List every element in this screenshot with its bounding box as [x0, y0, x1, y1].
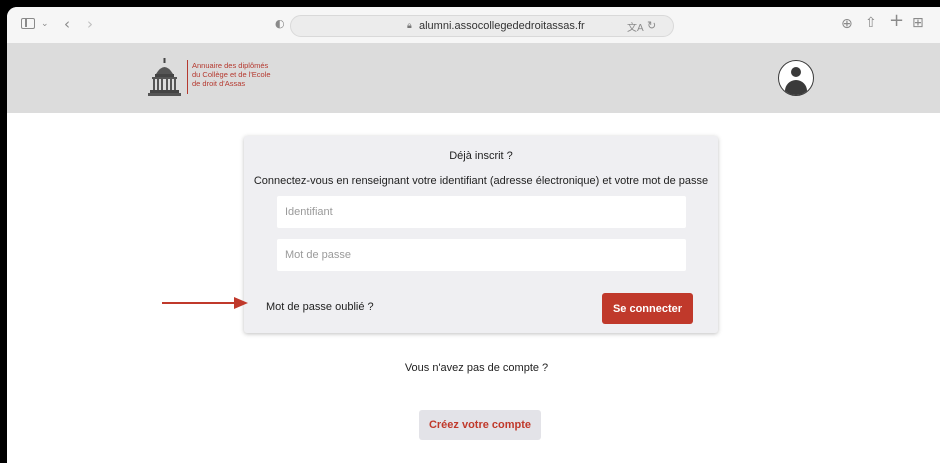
no-account-prompt: Vous n'avez pas de compte ?	[404, 362, 549, 374]
share-icon[interactable]: ⇧	[865, 16, 877, 30]
translate-icon[interactable]: 文A	[627, 19, 644, 34]
forward-icon[interactable]: ›	[87, 17, 93, 32]
logo-divider	[187, 60, 188, 94]
shield-icon[interactable]: ◐	[275, 17, 285, 31]
site-logo-text[interactable]: Annuaire des diplômés du Collège et de l…	[192, 61, 271, 88]
browser-window: ⌄ ‹ › ◐ 🔒︎ alumni.assocollegededroitassa…	[7, 7, 940, 463]
url-text[interactable]: alumni.assocollegededroitassas.fr	[419, 20, 585, 32]
annotation-arrow-icon	[162, 297, 248, 309]
avatar-body	[785, 80, 807, 95]
avatar-head	[791, 67, 801, 77]
user-avatar-icon[interactable]	[778, 60, 814, 96]
logo-line-3: de droit d'Assas	[192, 79, 246, 88]
login-button[interactable]: Se connecter	[602, 293, 693, 324]
logo-line-1: Annuaire des diplômés	[192, 61, 269, 70]
lock-icon: 🔒︎	[407, 20, 412, 30]
site-header: Annuaire des diplômés du Collège et de l…	[7, 44, 940, 113]
browser-toolbar: ⌄ ‹ › ◐ 🔒︎ alumni.assocollegededroitassa…	[7, 7, 940, 44]
back-icon[interactable]: ‹	[64, 17, 70, 32]
login-title: Déjà inscrit ?	[449, 150, 513, 162]
download-icon[interactable]: ⊕	[841, 17, 853, 31]
new-tab-icon[interactable]: +	[889, 12, 904, 30]
reload-icon[interactable]: ↻	[647, 19, 656, 32]
login-card: Déjà inscrit ? Connectez-vous en renseig…	[244, 136, 718, 333]
tab-overview-icon[interactable]: ⊞	[912, 16, 924, 30]
username-input[interactable]	[277, 196, 686, 228]
create-account-button[interactable]: Créez votre compte	[419, 410, 541, 440]
address-bar[interactable]: 🔒︎ alumni.assocollegededroitassas.fr 文A …	[290, 15, 674, 37]
password-input[interactable]	[277, 239, 686, 271]
logo-line-2: du Collège et de l'Ecole	[192, 70, 271, 79]
forgot-password-link[interactable]: Mot de passe oublié ?	[266, 301, 374, 313]
sidebar-icon[interactable]	[21, 18, 35, 29]
college-building-logo-icon[interactable]	[147, 57, 182, 97]
login-instructions: Connectez-vous en renseignant votre iden…	[253, 175, 709, 187]
chevron-down-icon[interactable]: ⌄	[41, 17, 49, 31]
